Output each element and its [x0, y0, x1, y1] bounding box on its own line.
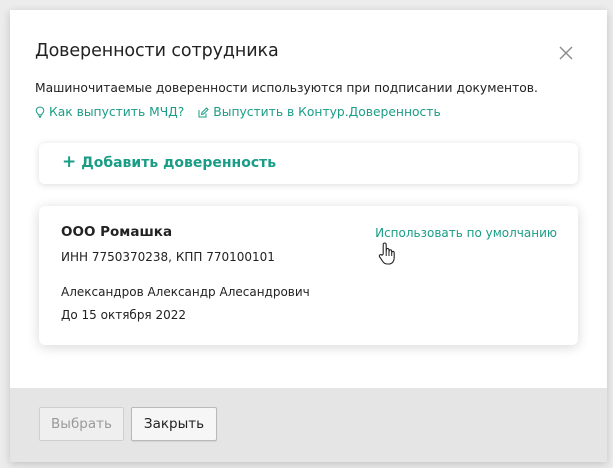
plus-icon: + [62, 152, 77, 172]
close-icon[interactable] [558, 45, 574, 61]
how-to-issue-label: Как выпустить МЧД? [49, 105, 185, 119]
add-poa-label-row: + Добавить доверенность [62, 154, 276, 171]
poa-organization: ООО Ромашка [61, 224, 173, 240]
dialog-title: Доверенности сотрудника [35, 41, 279, 61]
close-button[interactable]: Закрыть [131, 407, 217, 441]
poa-representative: Александров Александр Алесандрович [61, 285, 310, 299]
help-links: Как выпустить МЧД? Выпустить в Контур.До… [35, 105, 441, 119]
external-edit-icon [198, 106, 210, 117]
poa-requisites: ИНН 7750370238, КПП 770100101 [61, 250, 275, 264]
lightbulb-icon [35, 106, 45, 118]
issue-in-kontur-label: Выпустить в Контур.Доверенность [213, 105, 441, 119]
how-to-issue-link[interactable]: Как выпустить МЧД? [35, 105, 184, 119]
poa-valid-until: До 15 октября 2022 [61, 308, 187, 322]
add-poa-button[interactable]: + Добавить доверенность [39, 143, 578, 184]
hand-cursor-icon [378, 242, 395, 265]
poa-dialog: Доверенности сотрудника Машиночитаемые д… [10, 10, 607, 462]
select-button[interactable]: Выбрать [39, 407, 124, 441]
add-poa-label: Добавить доверенность [81, 154, 277, 171]
use-by-default-link[interactable]: Использовать по умолчанию [375, 226, 557, 240]
issue-in-kontur-link[interactable]: Выпустить в Контур.Доверенность [198, 105, 441, 119]
dialog-footer: Выбрать Закрыть [10, 388, 607, 462]
poa-card: ООО Ромашка ИНН 7750370238, КПП 77010010… [39, 206, 578, 345]
dialog-description: Машиночитаемые доверенности используются… [35, 81, 538, 95]
